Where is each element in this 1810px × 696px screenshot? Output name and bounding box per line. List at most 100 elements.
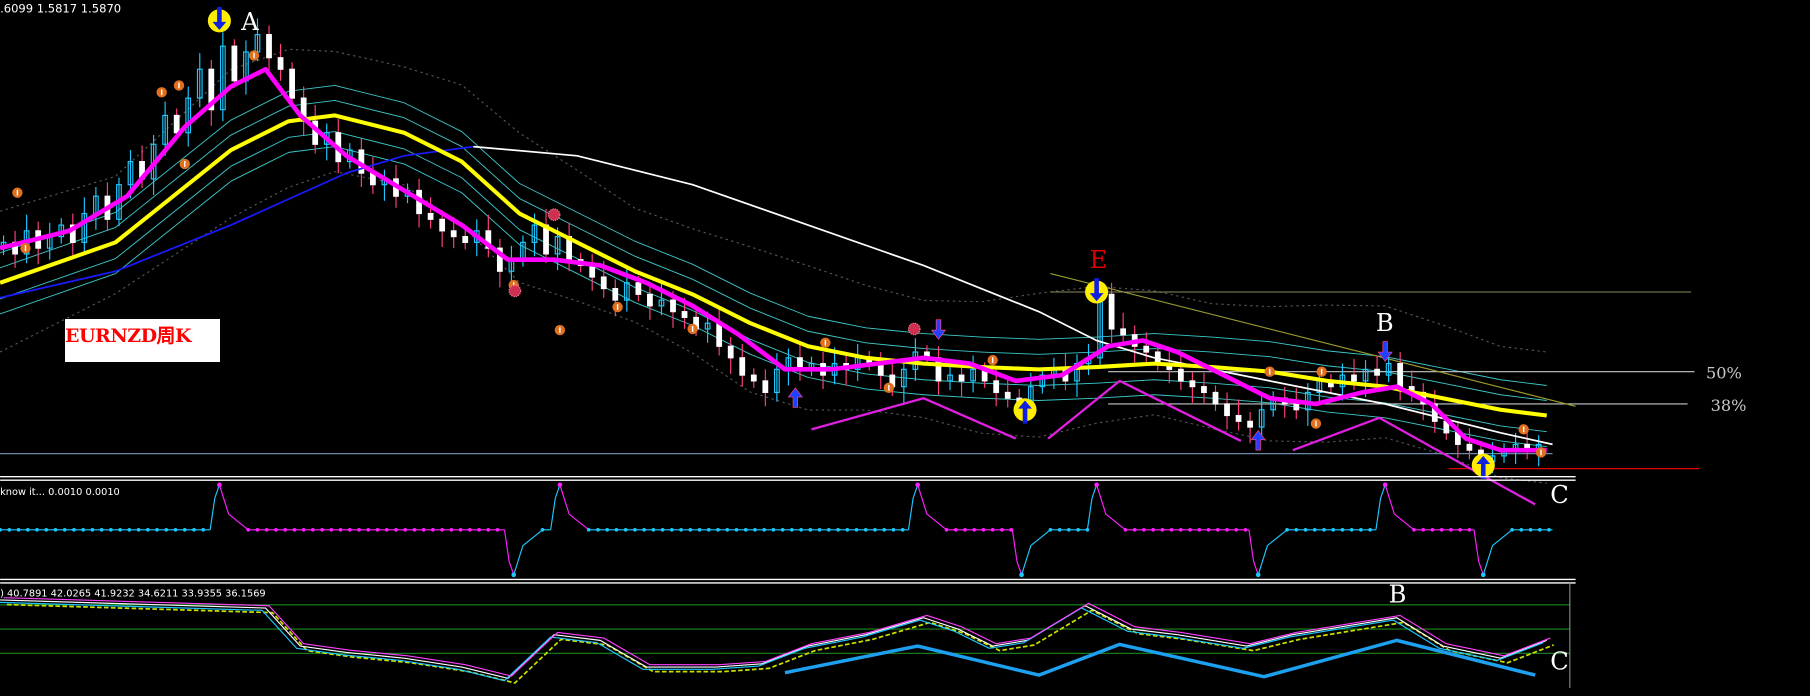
signal-dot bbox=[697, 527, 702, 532]
candle-body bbox=[1224, 403, 1230, 417]
signal-dot bbox=[623, 527, 628, 532]
marker-1-icon bbox=[554, 324, 566, 336]
candle-body bbox=[1293, 403, 1300, 411]
candle-body bbox=[750, 374, 757, 382]
signal-dot bbox=[1160, 527, 1165, 532]
annotation-b-oscillator: B bbox=[1389, 581, 1407, 609]
candle-body bbox=[231, 45, 238, 82]
signal-dot bbox=[53, 527, 58, 532]
signal-dot bbox=[1322, 527, 1326, 532]
signal-dot bbox=[1255, 572, 1261, 578]
candle-body bbox=[1466, 443, 1473, 451]
signal-dot bbox=[320, 527, 324, 532]
signal-dot bbox=[201, 527, 206, 532]
marker-1-icon bbox=[1518, 424, 1529, 435]
candle-body bbox=[681, 311, 688, 318]
ma-mid-line bbox=[0, 113, 1548, 418]
candle-body bbox=[1247, 420, 1254, 428]
annotation-a: A bbox=[240, 8, 259, 36]
signal-dot bbox=[596, 527, 600, 532]
marker-1-icon bbox=[179, 158, 190, 170]
signal-dot bbox=[1458, 527, 1463, 532]
candle-body bbox=[670, 299, 676, 313]
signal-dot bbox=[81, 527, 86, 532]
candle-body bbox=[450, 230, 457, 238]
signal-spike bbox=[1384, 484, 1415, 531]
signal-dot bbox=[366, 527, 371, 532]
star-signal-icon bbox=[508, 284, 522, 298]
candle-body bbox=[173, 114, 180, 134]
signal-dot bbox=[1340, 527, 1345, 532]
signal-dot bbox=[1000, 527, 1004, 532]
candle-body bbox=[716, 322, 723, 347]
star-circle bbox=[547, 208, 561, 222]
signal-dot bbox=[642, 527, 646, 532]
signal-dot bbox=[716, 527, 720, 532]
marker-1-icon bbox=[883, 382, 895, 394]
candle-body bbox=[635, 282, 642, 295]
signal-dot bbox=[915, 482, 921, 488]
signal-dot bbox=[1048, 527, 1053, 532]
signal-dot bbox=[790, 527, 794, 532]
signal-spike bbox=[1482, 529, 1513, 575]
signal-dot bbox=[25, 527, 30, 532]
signal-dot bbox=[1019, 572, 1024, 578]
signal-dot bbox=[1480, 572, 1486, 578]
signal-dot bbox=[182, 527, 187, 532]
sell-arrow-icon bbox=[1377, 341, 1393, 362]
candle-body bbox=[1004, 391, 1011, 399]
signal-spike bbox=[550, 484, 561, 530]
marker-1-icon bbox=[1264, 366, 1275, 377]
annotation-b: B bbox=[1376, 309, 1394, 337]
marker-1-icon bbox=[687, 323, 698, 335]
signal-dot bbox=[301, 527, 306, 532]
signal-dot bbox=[762, 527, 767, 532]
symbol-label: EURNZD周K bbox=[65, 319, 220, 362]
signal-dot bbox=[863, 527, 868, 532]
signal-dot bbox=[1206, 527, 1211, 532]
signal-dot bbox=[660, 527, 665, 532]
signal-dot bbox=[357, 527, 361, 532]
signal-dot bbox=[771, 527, 776, 532]
signal-spike bbox=[218, 484, 249, 531]
buy-signal-icon bbox=[1471, 453, 1495, 480]
signal-spike bbox=[1473, 529, 1484, 575]
signal-dot bbox=[1537, 527, 1542, 532]
indicator-1-header: know it... 0.0010 0.0010 bbox=[0, 487, 120, 498]
oscillator-line-cyan bbox=[0, 601, 1544, 682]
signal-spike bbox=[559, 484, 590, 531]
signal-dot bbox=[118, 527, 122, 532]
marker-1-icon bbox=[173, 80, 185, 91]
signal-dot bbox=[944, 527, 949, 532]
signal-dot bbox=[1359, 527, 1363, 532]
candle-body bbox=[739, 357, 746, 376]
candle-body bbox=[1235, 414, 1242, 422]
signal-dot bbox=[164, 527, 169, 532]
signal-dot bbox=[292, 527, 297, 532]
marker-1-icon bbox=[987, 354, 998, 366]
signal-dot bbox=[99, 527, 104, 532]
signal-dot bbox=[246, 527, 251, 532]
signal-dot bbox=[1151, 527, 1156, 532]
signal-dot bbox=[62, 527, 67, 532]
signal-dot bbox=[614, 527, 619, 532]
main-price-pane bbox=[0, 6, 1700, 506]
candle-body bbox=[277, 57, 284, 70]
buy-arrow-icon bbox=[787, 387, 803, 408]
signal-dot bbox=[375, 527, 380, 532]
signal-dot bbox=[873, 527, 877, 532]
signal-dot bbox=[1331, 527, 1336, 532]
signal-dot bbox=[963, 527, 967, 532]
candle-body bbox=[1201, 386, 1207, 394]
signal-dot bbox=[127, 527, 132, 532]
signal-dot bbox=[136, 527, 141, 532]
candle-body bbox=[958, 374, 965, 382]
signal-dot bbox=[1225, 527, 1229, 532]
signal-dot bbox=[90, 527, 95, 532]
price-zigzag bbox=[811, 397, 1017, 440]
signal-dot bbox=[1076, 527, 1080, 532]
signal-dot bbox=[743, 527, 748, 532]
signal-dot bbox=[1449, 527, 1453, 532]
candle-body bbox=[1397, 363, 1404, 388]
candle-body bbox=[1108, 293, 1115, 330]
